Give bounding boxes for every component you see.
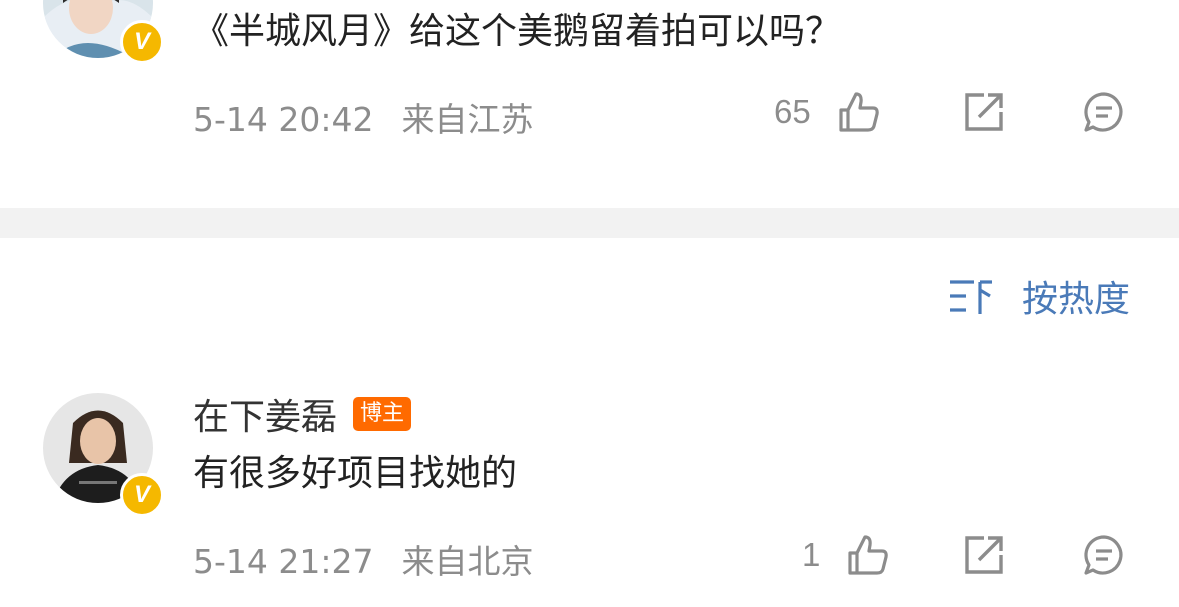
comment-time: 5-14 20:42 bbox=[193, 100, 374, 139]
avatar[interactable]: V bbox=[43, 393, 164, 517]
comment-text: 《半城风月》给这个美鹅留着拍可以吗？ bbox=[193, 11, 842, 52]
comment-icon bbox=[1082, 90, 1126, 134]
username-row: 在下姜磊 博主 bbox=[193, 388, 412, 440]
comment-time: 5-14 21:27 bbox=[193, 542, 374, 581]
comment-location: 来自北京 bbox=[401, 542, 534, 581]
comment-button[interactable] bbox=[1082, 533, 1126, 577]
comment-text: 有很多好项目找她的 bbox=[193, 453, 518, 494]
author-tag: 博主 bbox=[353, 397, 412, 431]
sort-label: 按热度 bbox=[1022, 279, 1131, 320]
repost-button[interactable] bbox=[962, 90, 1006, 134]
verified-badge: V bbox=[120, 473, 164, 517]
section-divider bbox=[0, 208, 1179, 238]
comment-meta: 5-14 21:27 来自北京 bbox=[193, 535, 534, 583]
username[interactable]: 在下姜磊 bbox=[193, 388, 337, 440]
like-count: 1 bbox=[802, 536, 821, 573]
like-button[interactable]: 65 bbox=[774, 90, 881, 134]
comment-location: 来自江苏 bbox=[401, 100, 534, 139]
repost-icon bbox=[962, 90, 1006, 134]
sort-icon bbox=[948, 276, 994, 316]
thumbs-up-icon bbox=[846, 533, 890, 577]
repost-icon bbox=[962, 533, 1006, 577]
repost-button[interactable] bbox=[962, 533, 1006, 577]
like-count: 65 bbox=[774, 93, 811, 130]
comment-item: V 《半城风月》给这个美鹅留着拍可以吗？ 5-14 20:42 来自江苏 65 bbox=[0, 0, 1179, 208]
verified-badge: V bbox=[120, 20, 164, 64]
comment-icon bbox=[1082, 533, 1126, 577]
like-button[interactable]: 1 bbox=[802, 533, 890, 577]
comment-meta: 5-14 20:42 来自江苏 bbox=[193, 93, 534, 141]
thumbs-up-icon bbox=[837, 90, 881, 134]
sort-toggle[interactable]: 按热度 bbox=[948, 270, 1130, 322]
avatar[interactable]: V bbox=[43, 0, 164, 64]
comment-button[interactable] bbox=[1082, 90, 1126, 134]
